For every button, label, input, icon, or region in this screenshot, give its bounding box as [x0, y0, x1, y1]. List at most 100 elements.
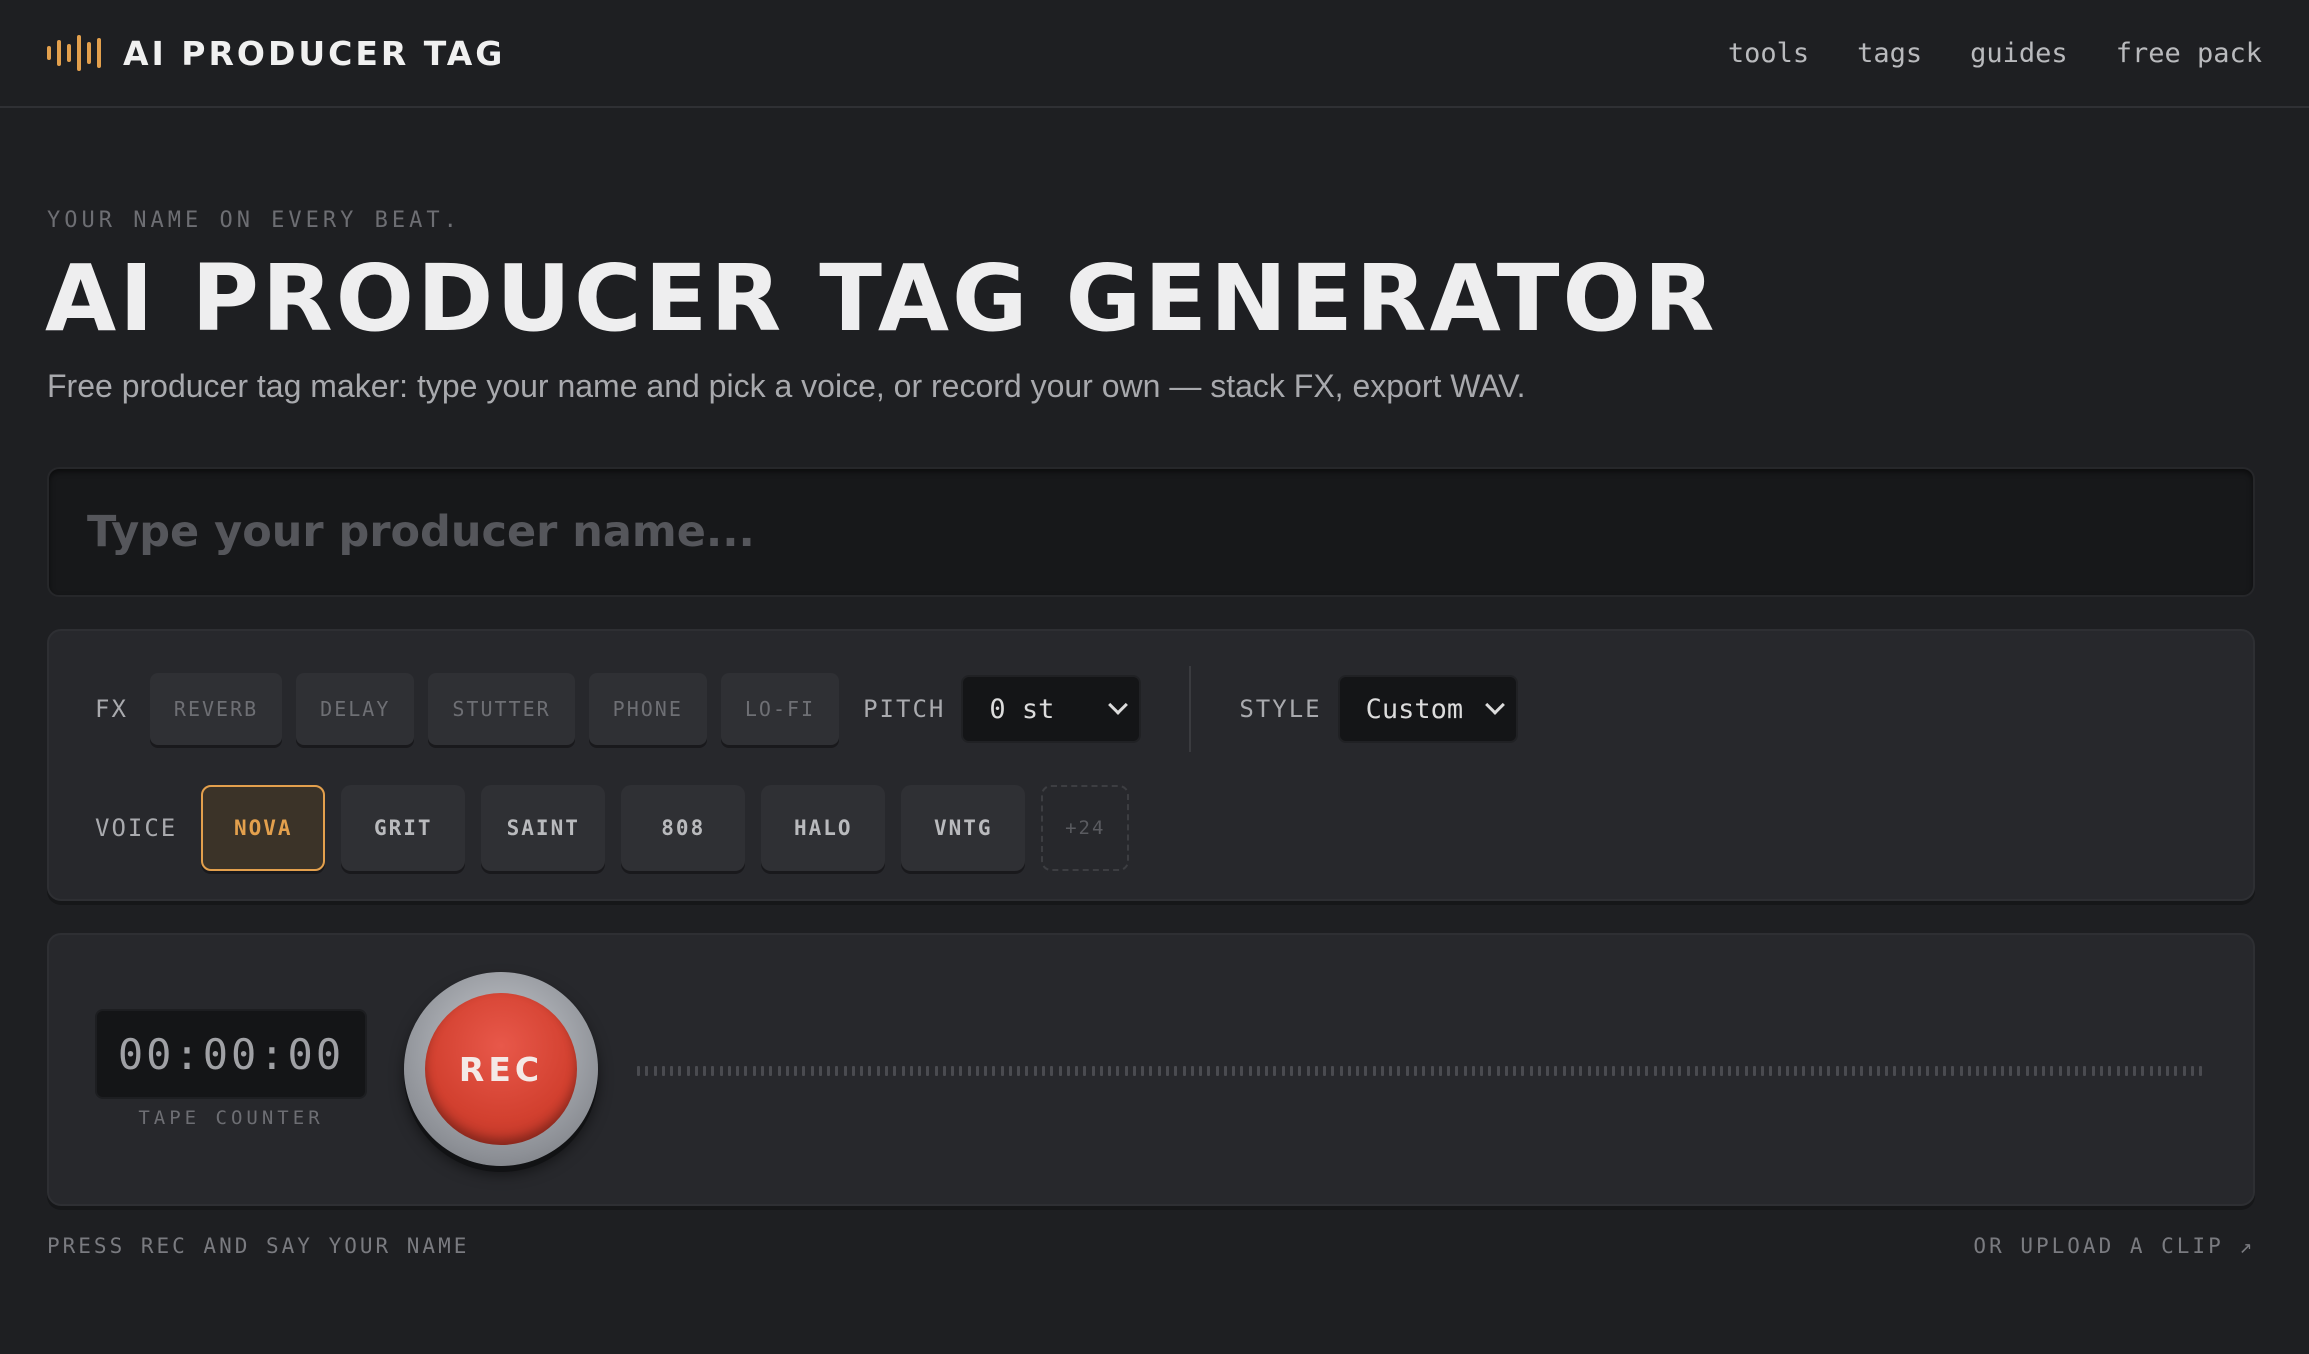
waveform-tick	[1802, 1066, 1806, 1076]
waveform-tick	[1876, 1066, 1880, 1076]
waveform-tick	[1256, 1066, 1260, 1076]
waveform-tick	[1108, 1066, 1112, 1076]
waveform-tick	[1232, 1066, 1236, 1076]
waveform-tick	[951, 1066, 955, 1076]
waveform-tick	[1513, 1066, 1517, 1076]
waveform-tick	[1141, 1066, 1145, 1076]
nav-link-guides[interactable]: guides	[1970, 38, 2068, 69]
main-nav: tools tags guides free pack	[1728, 38, 2262, 69]
fx-chip-delay[interactable]: DELAY	[296, 673, 415, 745]
waveform-tick	[1637, 1066, 1641, 1076]
waveform-tick	[1604, 1066, 1608, 1076]
waveform-tick	[1190, 1066, 1194, 1076]
waveform-tick	[984, 1066, 988, 1076]
rec-button[interactable]: REC	[425, 993, 577, 1145]
waveform-tick	[1281, 1066, 1285, 1076]
waveform-tick	[1033, 1066, 1037, 1076]
voice-row: VOICE NOVA GRIT SAINT 808 HALO VNTG +24	[95, 783, 1130, 873]
waveform-tick	[810, 1066, 814, 1076]
waveform-tick	[967, 1066, 971, 1076]
chevron-down-icon	[1484, 695, 1505, 715]
waveform-tick	[1777, 1066, 1781, 1076]
waveform-tick	[1934, 1066, 1938, 1076]
producer-name-input[interactable]	[87, 507, 2215, 557]
waveform-tick	[1157, 1066, 1161, 1076]
waveform-tick	[1587, 1066, 1591, 1076]
waveform-tick	[777, 1066, 781, 1076]
waveform-tick	[1785, 1066, 1789, 1076]
page-subtitle: Free producer tag maker: type your name …	[47, 368, 1526, 404]
voice-label: VOICE	[95, 814, 178, 842]
more-voices-button[interactable]: +24	[1041, 785, 1130, 871]
waveform-tick	[1752, 1066, 1756, 1076]
waveform-tick	[1827, 1066, 1831, 1076]
voice-option-grit[interactable]: GRIT	[341, 785, 466, 871]
waveform-tick	[1893, 1066, 1897, 1076]
voice-option-halo[interactable]: HALO	[761, 785, 886, 871]
record-hint: PRESS REC AND SAY YOUR NAME	[47, 1234, 470, 1258]
waveform-tick	[1794, 1066, 1798, 1076]
fx-chip-reverb[interactable]: REVERB	[149, 673, 283, 745]
waveform-tick	[942, 1066, 946, 1076]
waveform-tick	[909, 1066, 913, 1076]
fx-chip-stutter[interactable]: STUTTER	[428, 673, 575, 745]
nav-link-free-pack[interactable]: free pack	[2116, 38, 2262, 69]
waveform-tick	[1240, 1066, 1244, 1076]
waveform-tick	[2166, 1066, 2170, 1076]
nav-link-tools[interactable]: tools	[1728, 38, 1809, 69]
waveform-tick	[1207, 1066, 1211, 1076]
pitch-select[interactable]: 0 st	[961, 675, 1142, 743]
waveform-tick	[2050, 1066, 2054, 1076]
waveform-tick	[670, 1066, 674, 1076]
waveform-tick	[1471, 1066, 1475, 1076]
voice-option-saint[interactable]: SAINT	[481, 785, 606, 871]
waveform-tick	[645, 1066, 649, 1076]
waveform-tick	[653, 1066, 657, 1076]
waveform-tick	[2157, 1066, 2161, 1076]
waveform-tick	[1372, 1066, 1376, 1076]
waveform-tick	[1050, 1066, 1054, 1076]
waveform-tick	[794, 1066, 798, 1076]
style-select[interactable]: Custom	[1337, 675, 1518, 743]
waveform-tick	[661, 1066, 665, 1076]
nav-link-tags[interactable]: tags	[1857, 38, 1922, 69]
waveform-tick	[1992, 1066, 1996, 1076]
waveform-tick	[703, 1066, 707, 1076]
waveform-tick	[785, 1066, 789, 1076]
waveform-tick	[1174, 1066, 1178, 1076]
voice-option-vntg[interactable]: VNTG	[901, 785, 1026, 871]
waveform-tick	[1504, 1066, 1508, 1076]
waveform-tick	[1719, 1066, 1723, 1076]
waveform-tick	[2190, 1066, 2194, 1076]
waveform-tick	[1562, 1066, 1566, 1076]
waveform-tick	[835, 1066, 839, 1076]
voice-option-nova[interactable]: NOVA	[201, 785, 326, 871]
waveform-tick	[1331, 1066, 1335, 1076]
voice-option-808[interactable]: 808	[621, 785, 746, 871]
waveform-tick	[1463, 1066, 1467, 1076]
waveform-tick	[694, 1066, 698, 1076]
waveform-tick	[1314, 1066, 1318, 1076]
waveform-tick	[1248, 1066, 1252, 1076]
waveform-tick	[1455, 1066, 1459, 1076]
waveform-tick	[1976, 1066, 1980, 1076]
waveform-tick	[893, 1066, 897, 1076]
fx-chip-phone[interactable]: PHONE	[588, 673, 707, 745]
brand[interactable]: AI PRODUCER TAG	[47, 33, 505, 73]
waveform-tick	[2083, 1066, 2087, 1076]
waveform-tick	[802, 1066, 806, 1076]
waveform-tick	[2116, 1066, 2120, 1076]
waveform-tick	[1686, 1066, 1690, 1076]
waveform-tick	[1099, 1066, 1103, 1076]
waveform-tick	[1579, 1066, 1583, 1076]
waveform-tick	[876, 1066, 880, 1076]
waveform-tick	[1620, 1066, 1624, 1076]
waveform-tick	[2141, 1066, 2145, 1076]
waveform-tick	[1306, 1066, 1310, 1076]
waveform-tick	[1265, 1066, 1269, 1076]
fx-chip-lo-fi[interactable]: LO-FI	[720, 673, 840, 745]
waveform-tick	[760, 1066, 764, 1076]
upload-clip-link[interactable]: OR UPLOAD A CLIP ↗	[1973, 1234, 2255, 1258]
fx-voice-panel: FX REVERB DELAY STUTTER PHONE LO-FI PITC…	[47, 629, 2255, 901]
waveform-tick	[1868, 1066, 1872, 1076]
